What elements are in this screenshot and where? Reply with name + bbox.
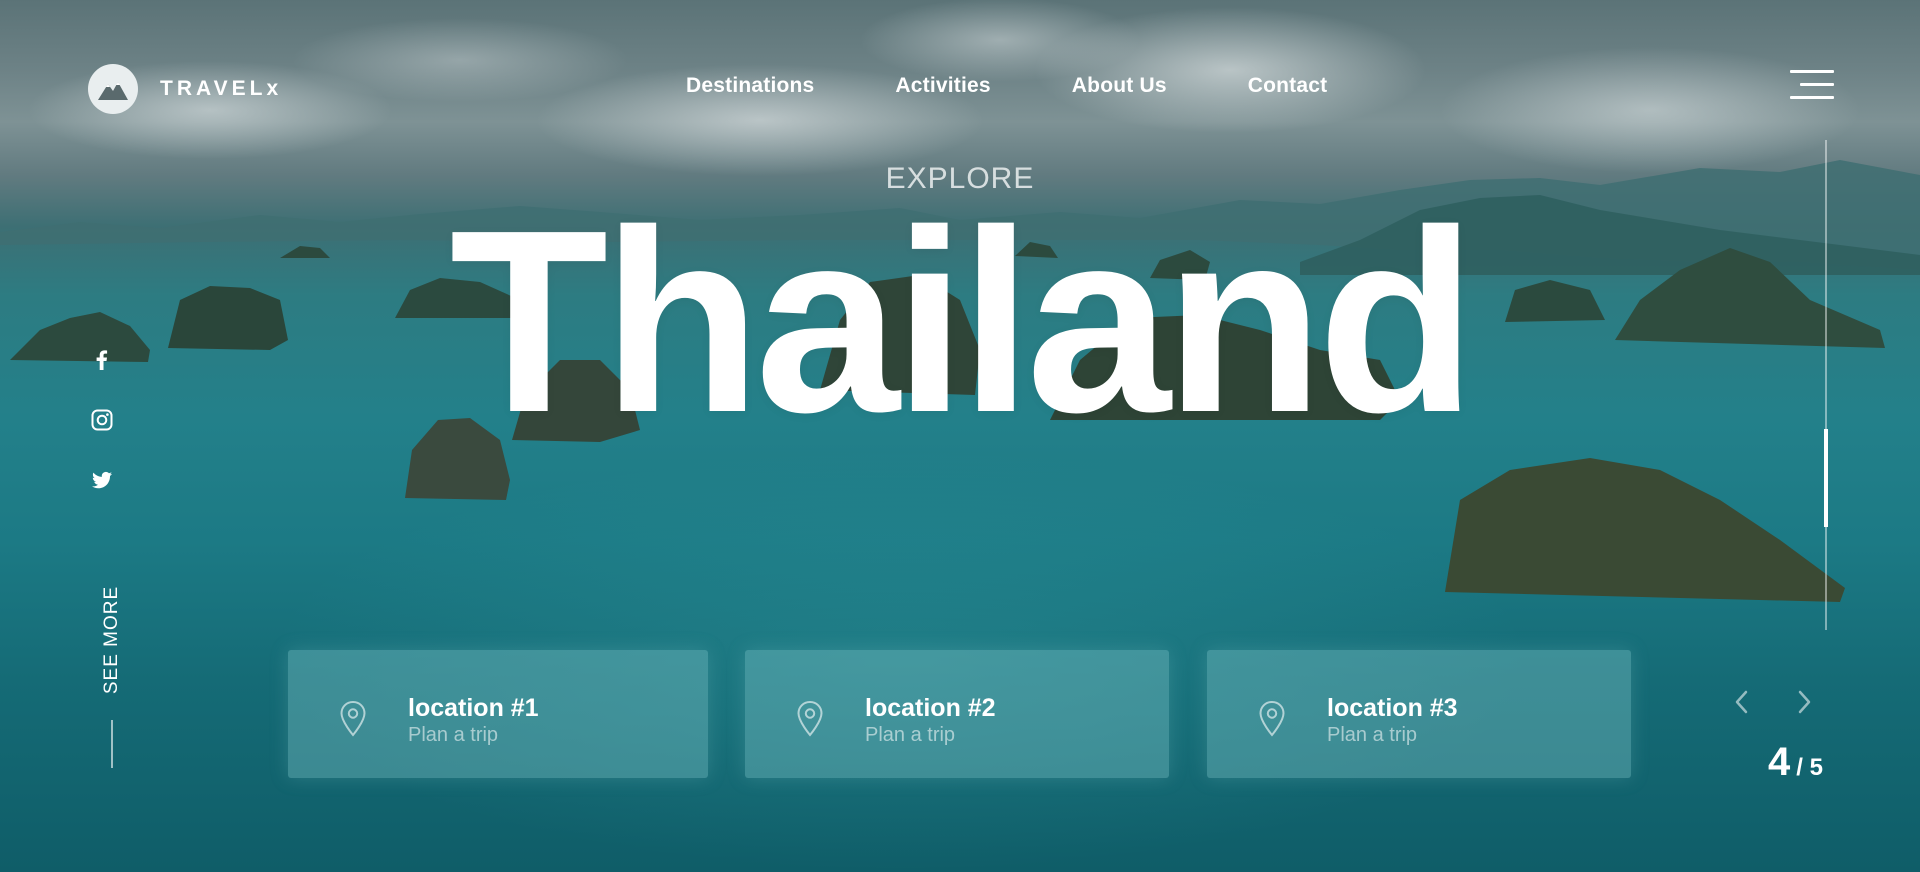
- brand-logo[interactable]: TRAVELx: [88, 64, 282, 114]
- slide-total: / 5: [1796, 754, 1823, 781]
- location-subtitle: Plan a trip: [865, 724, 956, 746]
- location-card-2[interactable]: location #2 Plan a trip: [745, 650, 1169, 778]
- chevron-right-icon[interactable]: [1792, 688, 1816, 716]
- map-pin-icon: [1259, 700, 1285, 737]
- nav-item-contact[interactable]: Contact: [1248, 74, 1328, 98]
- slide-counter: 4/ 5: [1768, 740, 1823, 785]
- see-more-divider: [111, 720, 113, 768]
- facebook-icon[interactable]: [90, 348, 114, 372]
- hero-title: Thailand: [449, 177, 1477, 467]
- nav-item-destinations[interactable]: Destinations: [686, 74, 814, 98]
- brand-name: TRAVELx: [160, 77, 283, 100]
- location-name: location #3: [1327, 694, 1458, 722]
- see-more-link[interactable]: SEE MORE: [101, 586, 123, 694]
- location-name: location #1: [408, 694, 539, 722]
- hamburger-menu-icon[interactable]: [1790, 70, 1834, 102]
- map-pin-icon: [340, 700, 366, 737]
- social-links: [90, 348, 114, 492]
- location-subtitle: Plan a trip: [1327, 724, 1418, 746]
- nav-item-activities[interactable]: Activities: [895, 74, 990, 98]
- map-pin-icon: [797, 700, 823, 737]
- nav-item-about-us[interactable]: About Us: [1072, 74, 1167, 98]
- instagram-icon[interactable]: [90, 408, 114, 432]
- location-card-3[interactable]: location #3 Plan a trip: [1207, 650, 1631, 778]
- location-name: location #2: [865, 694, 996, 722]
- mountain-icon: [88, 64, 138, 114]
- chevron-left-icon[interactable]: [1730, 688, 1754, 716]
- slide-current: 4: [1768, 740, 1791, 784]
- hero-section: TRAVELx Destinations Activities About Us…: [0, 0, 1920, 872]
- slide-progress-fill: [1824, 429, 1828, 527]
- slide-progress-track: [1825, 140, 1827, 630]
- location-card-1[interactable]: location #1 Plan a trip: [288, 650, 708, 778]
- location-subtitle: Plan a trip: [408, 724, 499, 746]
- twitter-icon[interactable]: [90, 468, 114, 492]
- main-nav: Destinations Activities About Us Contact: [686, 74, 1327, 98]
